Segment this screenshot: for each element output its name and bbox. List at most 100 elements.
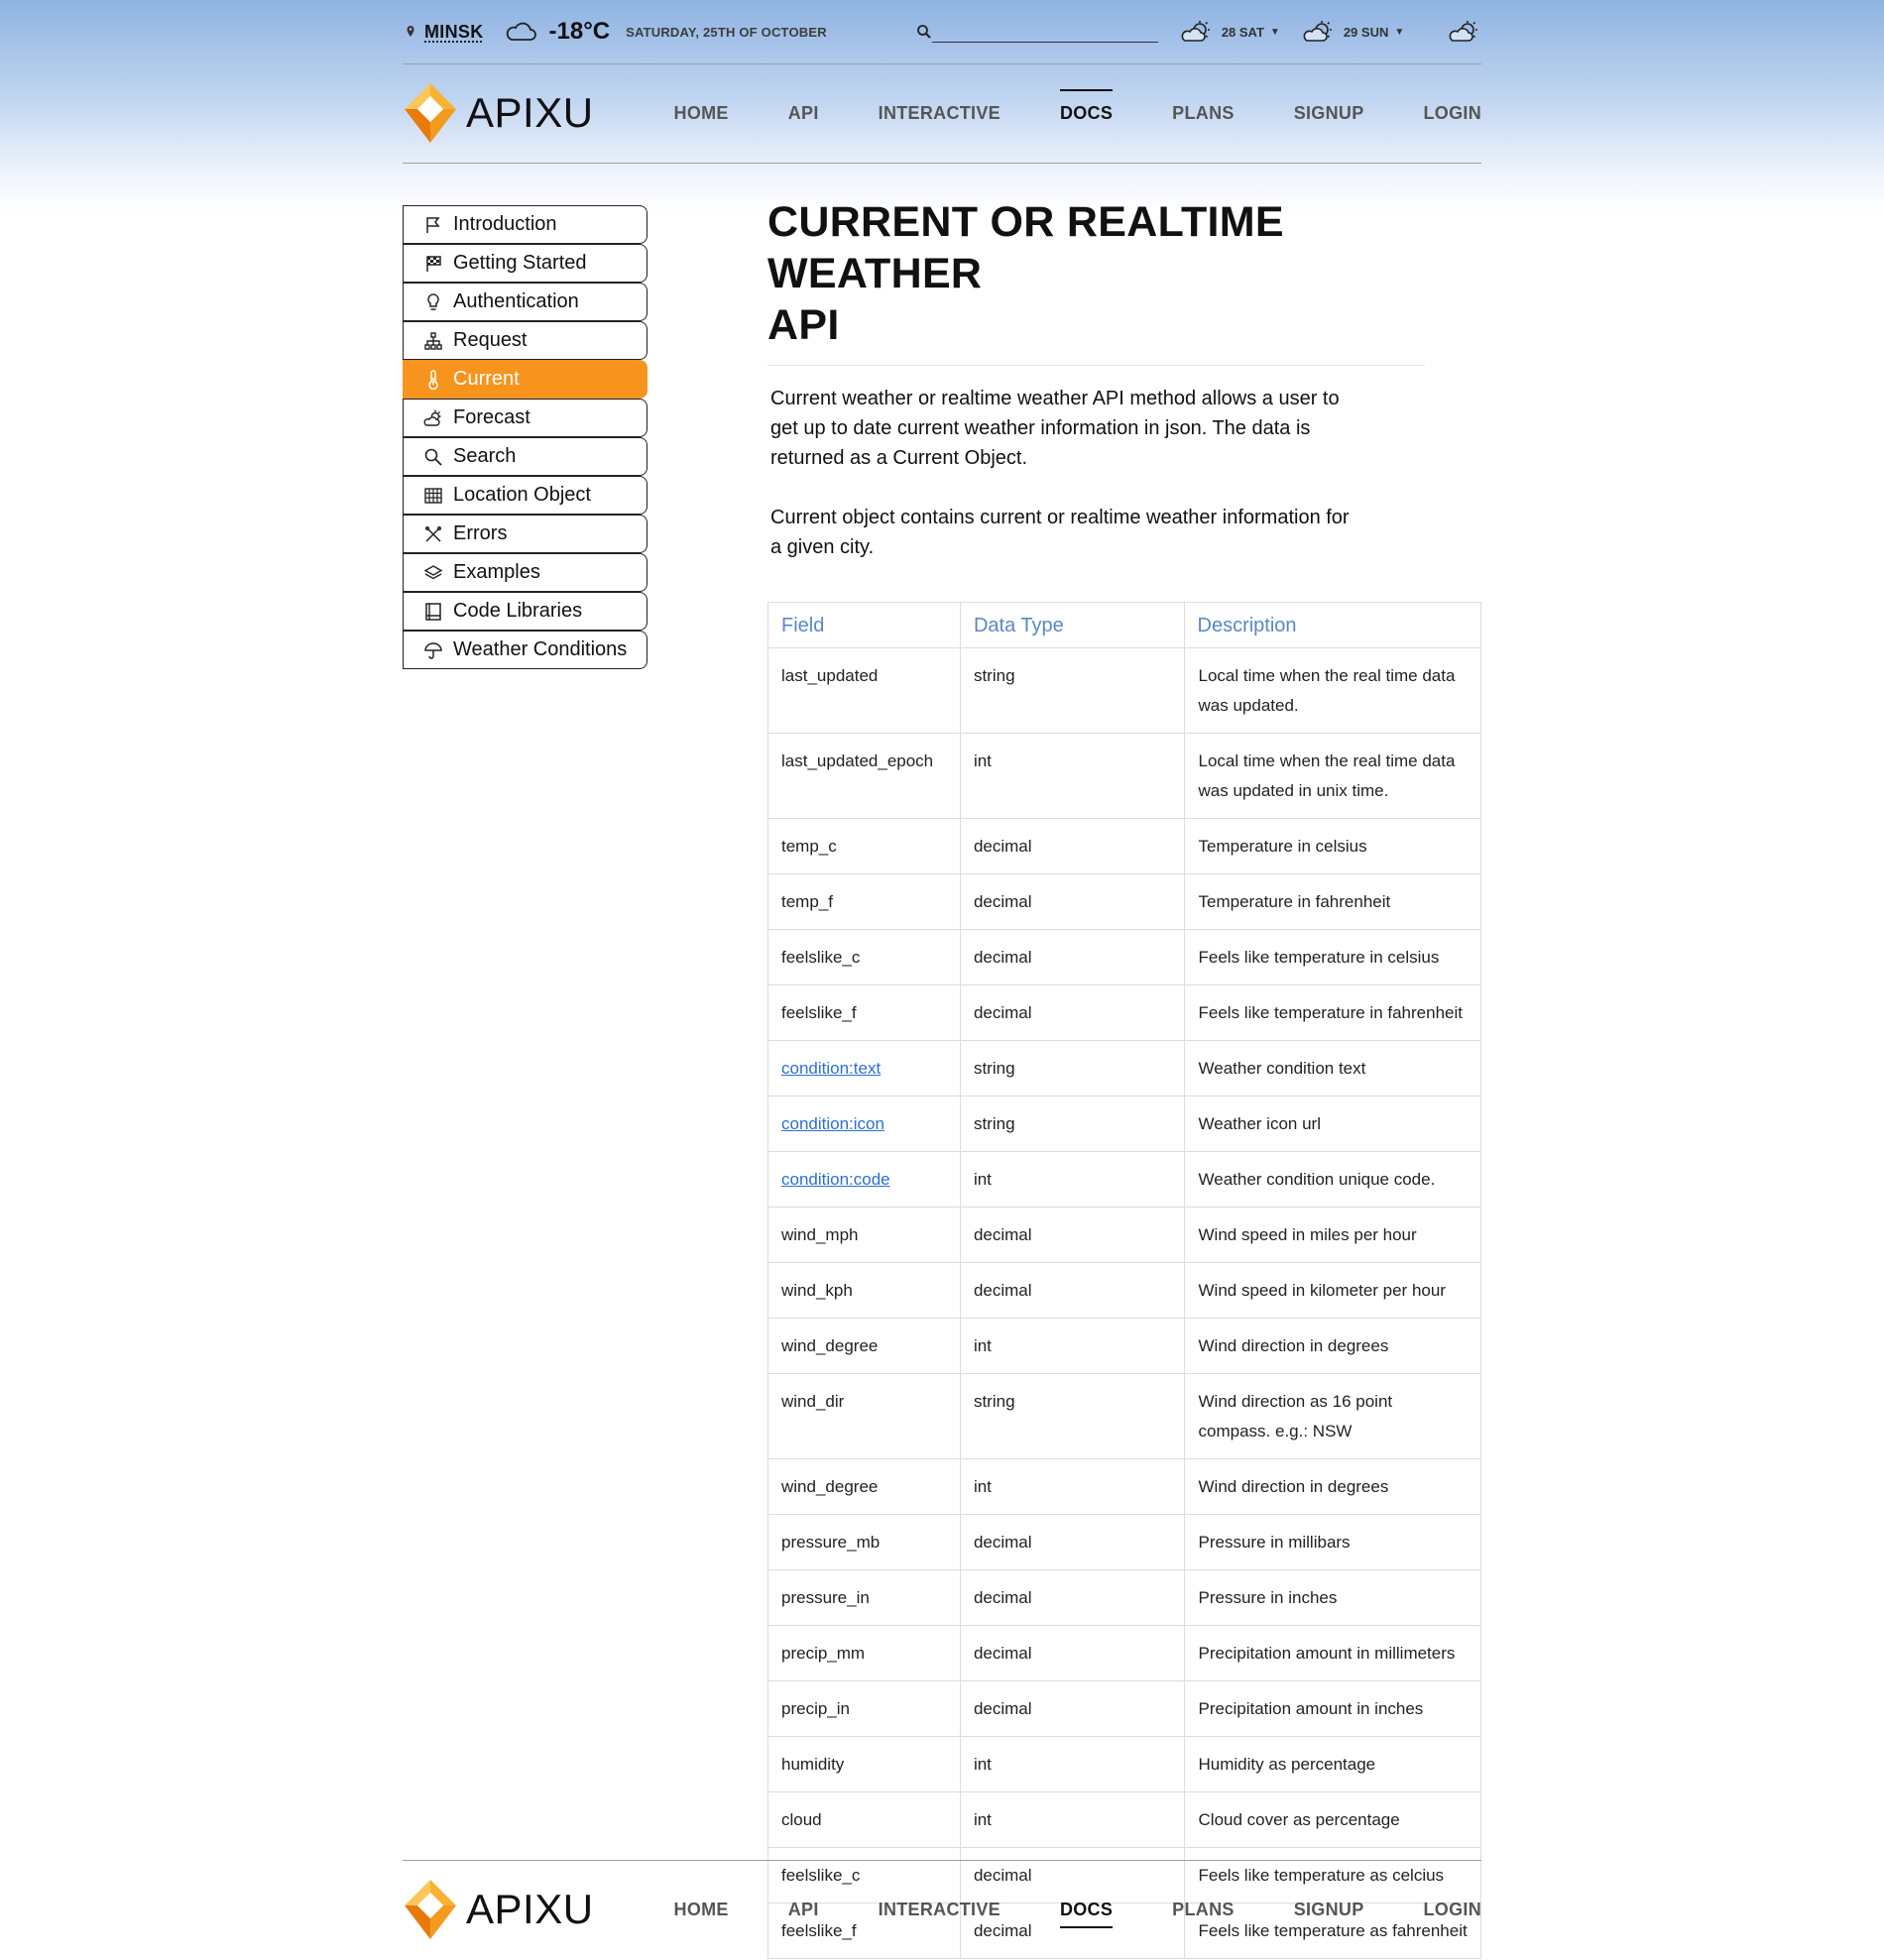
sidebar-item-current[interactable]: Current (403, 360, 648, 399)
table-row: wind_kph decimal Wind speed in kilometer p… (767, 1262, 1482, 1319)
page-title-line-2: API (767, 301, 840, 349)
footer-nav-home[interactable]: HOME (674, 1900, 729, 1920)
data-type-cell: decimal (959, 1262, 1185, 1319)
nav-api[interactable]: API (788, 103, 819, 124)
sidebar-item-label: Forecast (453, 406, 530, 428)
nav-home[interactable]: HOME (674, 103, 729, 124)
field-cell: feelslike_f (767, 984, 961, 1041)
sidebar-item-label: Location Object (453, 484, 591, 506)
data-type-cell: decimal (959, 1680, 1185, 1737)
grid-icon (423, 486, 443, 506)
footer-nav-login[interactable]: LOGIN (1424, 1900, 1482, 1920)
field-cell: condition:text (767, 1040, 961, 1096)
sidebar-item-forecast[interactable]: Forecast (403, 399, 648, 437)
data-type-cell: string (959, 1040, 1185, 1096)
search-box (916, 21, 1158, 43)
field-cell: wind_mph (767, 1207, 961, 1263)
sidebar-item-search[interactable]: Search (403, 437, 648, 476)
column-header-data-type: Data Type (959, 602, 1185, 648)
table-row: feelslike_f decimal Feels like temperature… (767, 984, 1482, 1041)
footer-logo[interactable]: APIXU (403, 1878, 594, 1941)
table-row: last_updated_epoch int Local time when the… (767, 733, 1482, 819)
table-body: last_updated string Local time when the re… (767, 647, 1482, 1959)
footer-nav-plans[interactable]: PLANS (1172, 1900, 1235, 1920)
table-row: wind_dir string Wind direction as 16 point… (767, 1373, 1482, 1459)
sidebar-item-label: Search (453, 445, 517, 467)
location-pin-icon (407, 26, 414, 37)
field-cell: last_updated_epoch (767, 733, 961, 819)
description-cell: Precipitation amount in millimeters (1183, 1625, 1482, 1681)
page-title-line-1: CURRENT OR REALTIME WEATHER (767, 198, 1284, 297)
table-row: wind_degree int Wind direction in degrees (767, 1318, 1482, 1374)
description-cell: Pressure in inches (1183, 1569, 1482, 1626)
checkered-flag-icon (423, 254, 443, 274)
footer-nav-api[interactable]: API (788, 1900, 819, 1920)
city-link[interactable]: MINSK (424, 22, 484, 43)
current-object-paragraph: Current object contains current or realt… (770, 507, 1350, 558)
footer-nav-docs[interactable]: DOCS (1059, 1900, 1114, 1928)
brand-name: APIXU (466, 89, 594, 136)
field-cell: wind_dir (767, 1373, 961, 1459)
sidebar-item-request[interactable]: Request (403, 321, 648, 360)
sidebar-item-examples[interactable]: Examples (403, 553, 648, 592)
data-type-cell: string (959, 647, 1185, 734)
forecast-day-2[interactable]: 29 SUN ▼ (1302, 20, 1404, 44)
description-cell: Wind speed in miles per hour (1183, 1207, 1482, 1263)
sun-cloud-icon[interactable] (1448, 20, 1481, 44)
field-cell: wind_degree (767, 1458, 961, 1515)
field-link[interactable]: condition:code (781, 1170, 890, 1189)
sidebar-item-label: Current (453, 368, 520, 390)
data-type-cell: decimal (959, 873, 1185, 930)
sidebar-item-label: Examples (453, 561, 540, 583)
search-icon (423, 447, 443, 467)
field-link[interactable]: condition:icon (781, 1114, 884, 1133)
field-cell: humidity (767, 1736, 961, 1792)
sidebar-item-getting-started[interactable]: Getting Started (403, 244, 648, 283)
nav-plans[interactable]: PLANS (1172, 103, 1235, 124)
search-icon[interactable] (916, 24, 932, 40)
table-row: temp_f decimal Temperature in fahrenheit (767, 873, 1482, 930)
data-type-cell: decimal (959, 1514, 1185, 1570)
sun-cloud-icon (1303, 21, 1332, 42)
apixu-logo-icon (405, 83, 456, 143)
current-date: SATURDAY, 25TH OF OCTOBER (626, 24, 827, 40)
chevron-down-icon: ▼ (1269, 26, 1280, 38)
data-type-cell: int (959, 1791, 1185, 1848)
logo[interactable]: APIXU (403, 81, 594, 145)
intro-paragraph: Current weather or realtime weather API … (770, 388, 1340, 469)
table-row: pressure_mb decimal Pressure in millibars (767, 1514, 1482, 1570)
description-cell: Pressure in millibars (1183, 1514, 1482, 1570)
description-cell: Weather condition unique code. (1183, 1151, 1482, 1208)
weather-bar: MINSK -18°C SATURDAY, 25TH OF OCTOBER 28… (403, 0, 1481, 63)
data-type-cell: int (959, 1151, 1185, 1208)
nav-login[interactable]: LOGIN (1424, 103, 1482, 124)
description-cell: Wind direction in degrees (1183, 1318, 1482, 1374)
sidebar-item-introduction[interactable]: Introduction (403, 205, 648, 244)
nav-docs[interactable]: DOCS (1059, 88, 1114, 124)
sidebar-item-label: Request (453, 329, 528, 351)
forecast-day-1[interactable]: 28 SAT ▼ (1180, 20, 1280, 44)
footer-nav-interactive[interactable]: INTERACTIVE (879, 1900, 1001, 1920)
nav-signup[interactable]: SIGNUP (1294, 103, 1364, 124)
field-cell: precip_mm (767, 1625, 961, 1681)
sidebar-item-errors[interactable]: Errors (403, 515, 648, 553)
field-cell: precip_in (767, 1680, 961, 1737)
umbrella-icon (423, 640, 443, 660)
table-row: humidity int Humidity as percentage (767, 1736, 1482, 1792)
footer-nav-signup[interactable]: SIGNUP (1294, 1900, 1364, 1920)
description-cell: Humidity as percentage (1183, 1736, 1482, 1792)
table-row: pressure_in decimal Pressure in inches (767, 1569, 1482, 1626)
nav-interactive[interactable]: INTERACTIVE (879, 103, 1001, 124)
field-cell: feelslike_c (767, 929, 961, 985)
sidebar-item-authentication[interactable]: Authentication (403, 283, 648, 321)
sidebar-item-location-object[interactable]: Location Object (403, 476, 648, 515)
search-input[interactable] (931, 21, 1158, 43)
description-cell: Weather condition text (1183, 1040, 1482, 1096)
sidebar-item-weather-conditions[interactable]: Weather Conditions (403, 631, 648, 669)
description-cell: Temperature in celsius (1183, 818, 1482, 874)
field-link[interactable]: condition:text (781, 1059, 881, 1078)
data-type-cell: decimal (959, 984, 1185, 1041)
brand-name: APIXU (466, 1886, 594, 1932)
sidebar-item-code-libraries[interactable]: Code Libraries (403, 592, 648, 631)
site-footer: APIXU HOME API INTERACTIVE DOCS PLANS SI… (403, 1860, 1481, 1959)
